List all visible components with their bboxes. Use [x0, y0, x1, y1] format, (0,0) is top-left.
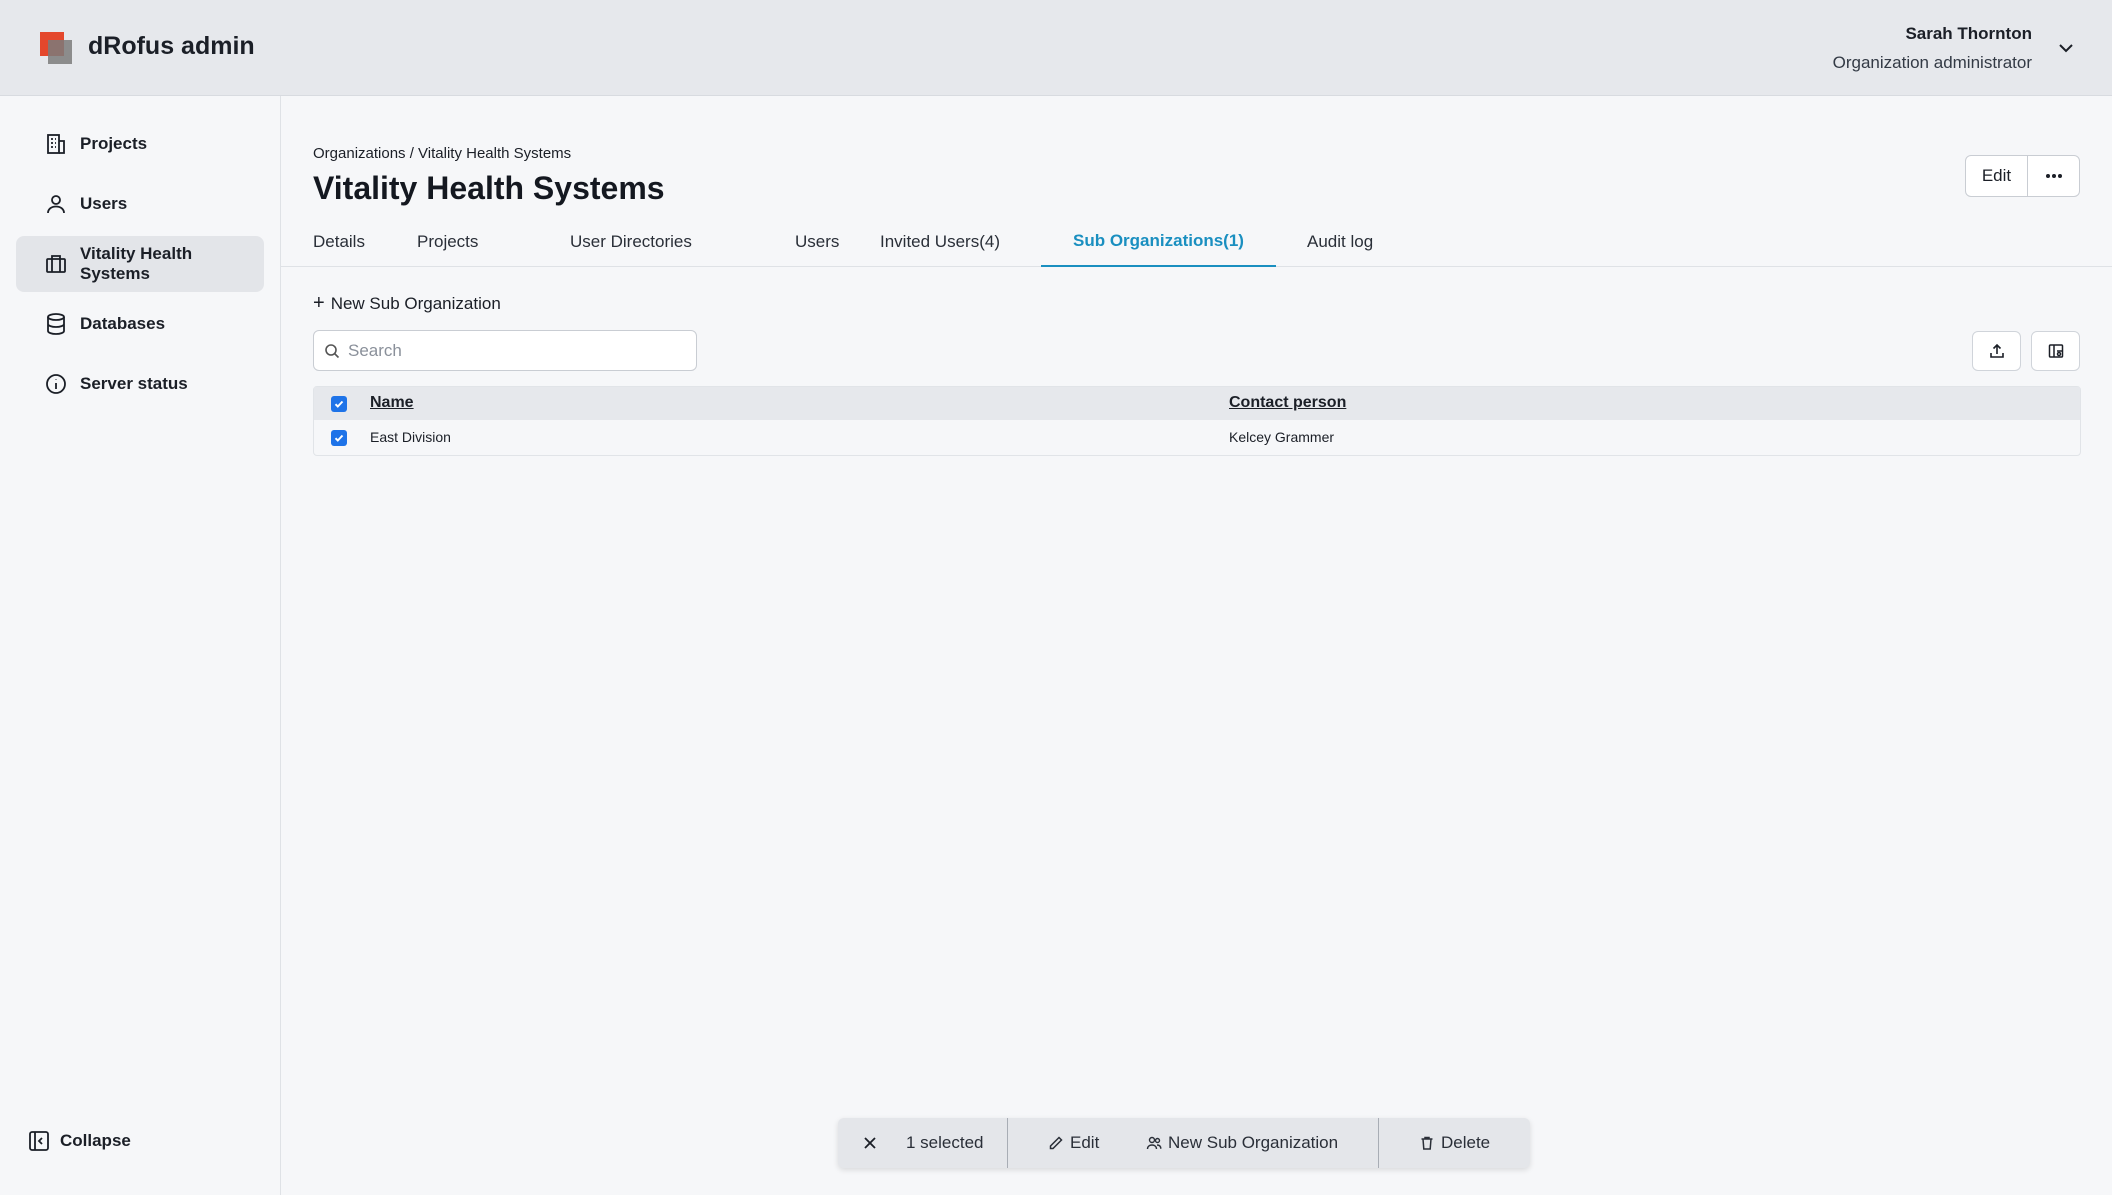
collapse-label: Collapse	[60, 1131, 131, 1150]
edit-button-group: Edit	[1965, 155, 2080, 197]
table-row[interactable]: East Division Kelcey Grammer	[314, 420, 2080, 456]
building-icon	[47, 134, 65, 154]
collapse-button[interactable]: Collapse	[28, 1130, 131, 1152]
sidebar-item-users[interactable]: Users	[16, 176, 264, 232]
tab-projects[interactable]: Projects	[385, 216, 510, 267]
briefcase-icon	[46, 255, 66, 273]
plus-icon: +	[313, 292, 325, 314]
tab-bar: Details Projects User Directories Users …	[281, 216, 2112, 267]
top-bar: dRofus admin Sarah Thornton Organization…	[0, 0, 2112, 96]
new-sub-organization-button[interactable]: + New Sub Organization	[313, 292, 501, 315]
export-upload-icon	[1989, 343, 2004, 358]
cell-contact-person: Kelcey Grammer	[1229, 429, 1335, 445]
page-title: Vitality Health Systems	[313, 170, 665, 206]
table-header: Name Contact person	[314, 387, 2080, 420]
column-header-name[interactable]: Name	[370, 394, 414, 412]
tab-sub-organizations[interactable]: Sub Organizations(1)	[1041, 216, 1276, 267]
sidebar-item-label: Vitality Health Systems	[80, 244, 193, 283]
sidebar-item-projects[interactable]: Projects	[16, 116, 264, 172]
sidebar-item-label: Projects	[80, 134, 148, 153]
app-title: dRofus admin	[88, 32, 255, 60]
cell-name: East Division	[370, 429, 451, 445]
sidebar-item-vitality-health-systems[interactable]: Vitality Health Systems	[16, 236, 264, 292]
sidebar-item-server-status[interactable]: Server status	[16, 356, 264, 412]
export-button[interactable]	[1972, 331, 2021, 371]
collapse-sidebar-icon	[29, 1131, 49, 1151]
action-delete-button[interactable]: Delete	[1419, 1118, 1490, 1168]
drofus-logo	[40, 32, 72, 64]
tab-user-directories[interactable]: User Directories	[538, 216, 724, 267]
user-role: Organization administrator	[1832, 53, 2032, 72]
user-name[interactable]: Sarah Thornton	[1905, 24, 2032, 44]
checkmark-icon	[334, 400, 344, 408]
user-icon	[47, 195, 65, 214]
search-input[interactable]	[348, 340, 678, 361]
database-icon	[47, 313, 65, 335]
sidebar-item-label: Databases	[80, 314, 166, 333]
selection-action-bar: 1 selected Edit New Sub Organization Del…	[838, 1118, 1530, 1168]
clear-selection-button[interactable]	[862, 1118, 884, 1168]
sidebar-item-databases[interactable]: Databases	[16, 296, 264, 352]
tab-invited-users[interactable]: Invited Users(4)	[848, 216, 1032, 267]
select-all-checkbox[interactable]	[331, 396, 347, 412]
column-settings-button[interactable]	[2031, 331, 2080, 371]
action-new-sub-organization-button[interactable]: New Sub Organization	[1146, 1118, 1338, 1168]
more-horizontal-icon	[2045, 174, 2062, 178]
tab-details[interactable]: Details	[281, 216, 397, 267]
tab-audit-log[interactable]: Audit log	[1275, 216, 1405, 267]
row-checkbox[interactable]	[331, 430, 347, 446]
action-edit-label: Edit	[1070, 1133, 1100, 1152]
more-options-button[interactable]	[2028, 156, 2079, 196]
columns-settings-icon	[2048, 344, 2063, 358]
close-icon	[864, 1137, 876, 1149]
action-delete-label: Delete	[1441, 1133, 1491, 1152]
pencil-icon	[1049, 1136, 1063, 1150]
trash-icon	[1421, 1136, 1433, 1150]
selected-count: 1 selected	[906, 1133, 984, 1152]
sidebar-item-label: Server status	[80, 374, 188, 393]
chevron-down-icon[interactable]	[2056, 38, 2076, 58]
edit-button[interactable]: Edit	[1966, 156, 2028, 196]
breadcrumb[interactable]: Organizations / Vitality Health Systems	[313, 145, 571, 162]
sidebar: Projects Users Vitality Health Systems D…	[0, 96, 281, 1195]
sidebar-item-label: Users	[80, 194, 128, 213]
users-icon	[1146, 1136, 1162, 1150]
column-header-contact-person[interactable]: Contact person	[1229, 394, 1346, 412]
checkmark-icon	[334, 434, 344, 442]
action-edit-button[interactable]: Edit	[1048, 1118, 1099, 1168]
sub-organizations-table: Name Contact person East Division Kelcey…	[313, 386, 2081, 456]
divider	[1007, 1118, 1008, 1168]
search-field[interactable]	[313, 330, 697, 371]
info-icon	[46, 374, 66, 394]
action-new-sub-organization-label: New Sub Organization	[1168, 1133, 1339, 1152]
new-sub-organization-label: New Sub Organization	[330, 293, 501, 313]
divider	[1378, 1118, 1379, 1168]
search-icon	[325, 343, 340, 358]
